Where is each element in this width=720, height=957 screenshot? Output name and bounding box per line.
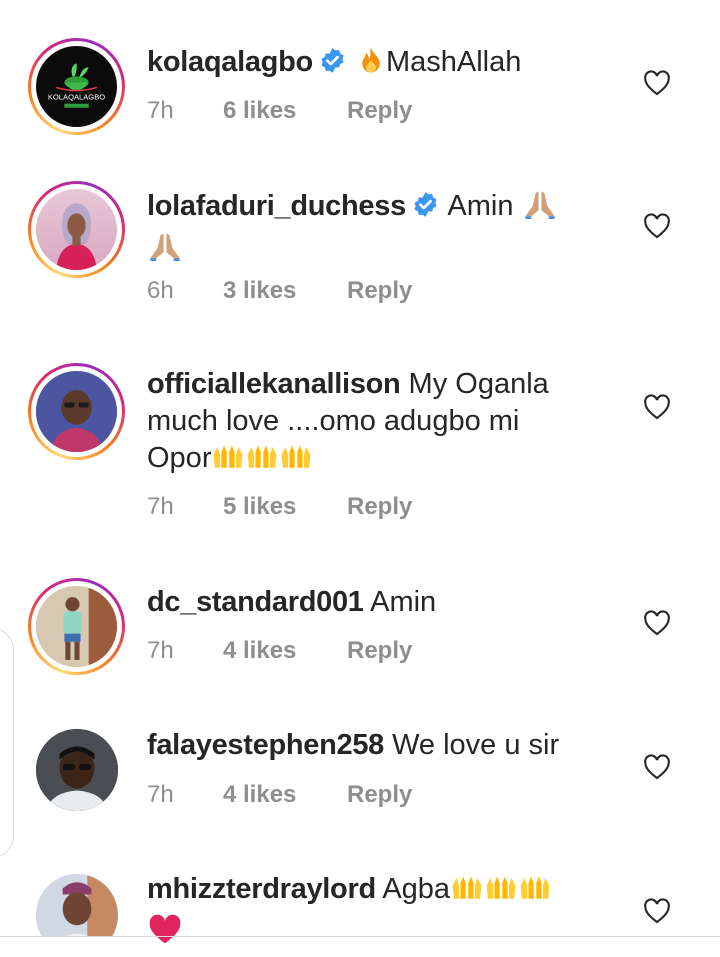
red-heart-emoji <box>147 913 183 943</box>
divider <box>0 936 720 937</box>
timestamp: 7h <box>147 637 174 664</box>
timestamp: 7h <box>147 493 174 520</box>
folded-hands-emoji <box>147 229 183 271</box>
avatar[interactable] <box>28 578 125 675</box>
heart-outline-icon[interactable] <box>643 898 671 924</box>
verified-badge-icon <box>321 48 344 73</box>
fire-emoji <box>356 45 386 85</box>
comment-text-line3: Opor <box>147 442 212 474</box>
profile-photo <box>36 371 117 452</box>
folded-hands-emoji <box>522 187 558 229</box>
reply-button[interactable]: Reply <box>347 637 412 664</box>
comment-text: We love u sir <box>392 729 560 761</box>
raised-hands-emoji <box>245 441 279 481</box>
likes-count[interactable]: 4 likes <box>223 781 347 809</box>
reply-button[interactable]: Reply <box>347 493 412 520</box>
avatar[interactable]: KOLAQALAGBO <box>28 38 125 135</box>
comment-text: Agba <box>382 873 451 905</box>
heart-outline-icon[interactable] <box>643 610 671 636</box>
svg-text:KOLAQALAGBO: KOLAQALAGBO <box>48 93 105 102</box>
raised-hands-emoji <box>450 872 484 912</box>
username[interactable]: falayestephen258 <box>147 729 384 761</box>
avatar[interactable] <box>36 874 118 936</box>
profile-photo <box>36 729 118 811</box>
avatar[interactable] <box>28 363 125 460</box>
username[interactable]: mhizzterdraylord <box>147 873 376 905</box>
username[interactable]: officiallekanallison <box>147 368 401 400</box>
username[interactable]: dc_standard001 <box>147 586 364 618</box>
comment-text: Amin <box>447 190 514 222</box>
timestamp: 6h <box>147 277 174 304</box>
avatar[interactable] <box>36 729 118 811</box>
heart-outline-icon[interactable] <box>643 754 671 780</box>
comment-text: Amin <box>370 586 437 618</box>
heart-outline-icon[interactable] <box>643 394 671 420</box>
raised-hands-emoji <box>279 441 313 481</box>
likes-count[interactable]: 4 likes <box>223 637 347 665</box>
verified-badge-icon <box>414 192 437 217</box>
comment-text: MashAllah <box>385 46 522 78</box>
timestamp: 7h <box>147 781 174 808</box>
comment-text-line1: My Oganla <box>408 368 549 400</box>
avatar[interactable] <box>28 181 125 278</box>
raised-hands-emoji <box>518 872 552 912</box>
heart-outline-icon[interactable] <box>643 213 671 239</box>
profile-photo <box>36 874 118 936</box>
raised-hands-emoji <box>211 441 245 481</box>
kolaqalagbo-logo: KOLAQALAGBO <box>48 63 105 108</box>
profile-photo <box>56 203 97 270</box>
username[interactable]: lolafaduri_duchess <box>147 190 406 222</box>
likes-count[interactable]: 3 likes <box>223 277 347 305</box>
reply-button[interactable]: Reply <box>347 781 412 808</box>
likes-count[interactable]: 5 likes <box>223 493 347 521</box>
timestamp: 7h <box>147 97 174 124</box>
raised-hands-emoji <box>484 872 518 912</box>
reply-button[interactable]: Reply <box>347 97 412 124</box>
likes-count[interactable]: 6 likes <box>223 97 347 125</box>
reply-button[interactable]: Reply <box>347 277 412 304</box>
side-panel-edge <box>0 628 14 858</box>
heart-outline-icon[interactable] <box>643 70 671 96</box>
username[interactable]: kolaqalagbo <box>147 46 313 78</box>
comment-text-line2: much love ....omo adugbo mi <box>147 405 520 437</box>
profile-photo <box>36 586 117 667</box>
